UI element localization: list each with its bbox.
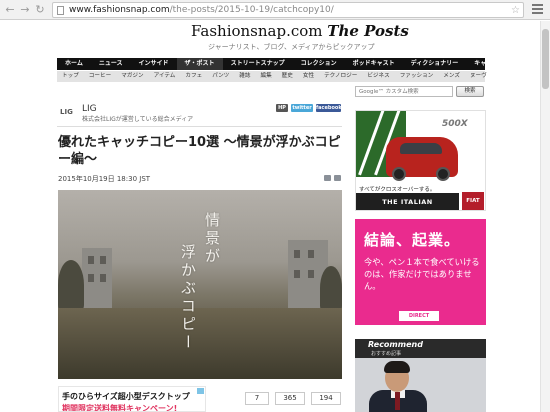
address-bar[interactable]: www.fashionsnap.com/the-posts/2015-10-19… bbox=[52, 2, 524, 18]
building-shape bbox=[82, 248, 112, 310]
subnav-item[interactable]: 女性 bbox=[298, 71, 319, 82]
ad-headline: 結論、起業。 bbox=[364, 231, 461, 249]
vertical-scrollbar[interactable] bbox=[540, 21, 550, 412]
star-icon[interactable]: ☆ bbox=[511, 4, 520, 17]
search-button[interactable]: 検索 bbox=[456, 86, 484, 97]
browser-toolbar: ← → ↻ www.fashionsnap.com/the-posts/2015… bbox=[0, 0, 550, 20]
share-count-box[interactable]: 365 bbox=[275, 392, 305, 405]
site-logo[interactable]: Fashionsnap.com The Posts bbox=[191, 22, 411, 40]
subnav-item[interactable]: ヌーヴ bbox=[465, 71, 492, 82]
ad-line-2: 期間限定送料無料キャンペーン! bbox=[62, 404, 178, 412]
url-text[interactable]: www.fashionsnap.com/the-posts/2015-10-19… bbox=[69, 4, 334, 17]
window-shape bbox=[294, 250, 300, 258]
ad-body: 今や、ペン１本で食べていけるのは、作家だけではありません。 bbox=[364, 257, 480, 291]
ad-tag: DIRECT bbox=[399, 311, 439, 321]
divider bbox=[57, 126, 342, 127]
car-window bbox=[400, 143, 442, 154]
gnav-item-home[interactable]: ホーム bbox=[57, 58, 91, 70]
window-shape bbox=[88, 256, 94, 264]
url-path: /the-posts/2015-10-19/catchcopy10/ bbox=[169, 5, 334, 15]
hero-image: 情景が 浮かぶコピー bbox=[58, 190, 342, 379]
recommend-header: Recommend おすすめ記事 bbox=[355, 339, 486, 358]
ad-line-1: 手のひらサイズ超小型デスクトップ bbox=[62, 392, 190, 401]
window-shape bbox=[308, 250, 314, 258]
recommend-photo[interactable] bbox=[355, 358, 486, 412]
person-hair bbox=[384, 361, 410, 373]
fiat-ad-banner[interactable]: 500X すべてがクロスオーバーする。 THE ITALIAN CROSSOVE… bbox=[355, 110, 486, 211]
gnav-item-dictionary[interactable]: ディクショナリー bbox=[403, 58, 467, 70]
subnav-item[interactable]: メンズ bbox=[438, 71, 465, 82]
subnav-item[interactable]: 歴史 bbox=[277, 71, 298, 82]
ad-slogan: THE ITALIAN CROSSOVER. bbox=[356, 193, 459, 210]
gnav-item-inside[interactable]: インサイド bbox=[131, 58, 177, 70]
ad-product-logo: 500X bbox=[442, 119, 468, 129]
twitter-share-button[interactable]: twitter bbox=[291, 104, 313, 112]
sub-nav: トップ コーヒー マガジン アイテム カフェ パンツ 雑誌 編集 歴史 女性 テ… bbox=[57, 71, 487, 82]
gnav-item-street-snap[interactable]: ストリートスナップ bbox=[223, 58, 293, 70]
scrollbar-thumb[interactable] bbox=[542, 29, 549, 89]
source-logo[interactable]: LIG bbox=[60, 108, 73, 116]
gnav-item-podcast[interactable]: ポッドキャスト bbox=[345, 58, 403, 70]
subnav-item[interactable]: 編集 bbox=[255, 71, 276, 82]
hamburger-menu-icon[interactable] bbox=[532, 4, 543, 15]
gnav-item-news[interactable]: ニュース bbox=[91, 58, 131, 70]
source-name[interactable]: LIG bbox=[82, 104, 97, 114]
subnav-item[interactable]: テクノロジー bbox=[319, 71, 362, 82]
logo-sub: The Posts bbox=[327, 22, 409, 40]
person-tie bbox=[395, 392, 400, 410]
recommend-title: Recommend bbox=[368, 340, 423, 349]
ad-caption: すべてがクロスオーバーする。 bbox=[359, 187, 436, 193]
window-shape bbox=[100, 256, 106, 264]
subnav-item[interactable]: トップ bbox=[57, 71, 84, 82]
bottom-ad-banner[interactable]: 手のひらサイズ超小型デスクトップ 期間限定送料無料キャンペーン! bbox=[58, 386, 206, 412]
forward-arrow-icon[interactable]: → bbox=[19, 4, 31, 16]
subnav-item[interactable]: パンツ bbox=[207, 71, 234, 82]
window-shape bbox=[100, 274, 106, 282]
recommend-subtitle: おすすめ記事 bbox=[371, 351, 402, 357]
subnav-item[interactable]: マガジン bbox=[116, 71, 148, 82]
grass-shape bbox=[58, 308, 342, 379]
reload-icon[interactable]: ↻ bbox=[34, 4, 46, 16]
comment-icon[interactable] bbox=[324, 175, 331, 181]
subnav-item[interactable]: ファッション bbox=[395, 71, 439, 82]
source-description: 株式会社LIGが運営している総合メディア bbox=[82, 116, 194, 123]
print-icon[interactable] bbox=[334, 175, 341, 181]
article-date: 2015年10月19日 18:30 JST bbox=[58, 175, 151, 183]
subnav-item[interactable]: カフェ bbox=[180, 71, 207, 82]
article-title: 優れたキャッチコピー10選 〜情景が浮かぶコピー編〜 bbox=[58, 135, 341, 167]
logo-main: Fashionsnap.com bbox=[191, 22, 323, 40]
hp-share-button[interactable]: HP bbox=[276, 104, 288, 112]
window-shape bbox=[88, 274, 94, 282]
share-count-box[interactable]: 194 bbox=[311, 392, 341, 405]
subnav-item[interactable]: コーヒー bbox=[84, 71, 116, 82]
search-input[interactable] bbox=[355, 86, 453, 97]
tree-shape bbox=[58, 260, 84, 310]
page-icon bbox=[57, 6, 64, 15]
facebook-share-button[interactable]: facebook bbox=[316, 104, 342, 112]
gnav-item-collection[interactable]: コレクション bbox=[293, 58, 345, 70]
pink-ad-banner[interactable]: 結論、起業。 今や、ペン１本で食べていけるのは、作家だけではありません。 DIR… bbox=[355, 219, 486, 325]
url-host: www.fashionsnap.com bbox=[69, 5, 170, 15]
adchoices-icon[interactable] bbox=[197, 388, 204, 394]
tree-shape bbox=[320, 266, 342, 310]
gnav-item-career[interactable]: キャリア bbox=[466, 58, 506, 70]
road-line bbox=[358, 111, 385, 176]
hero-text-right: 情景が bbox=[203, 212, 221, 266]
car-wheel bbox=[436, 167, 450, 181]
fiat-logo: FIAT bbox=[462, 192, 484, 210]
window-shape bbox=[308, 270, 314, 278]
window-shape bbox=[294, 270, 300, 278]
hero-text-left: 浮かぶコピー bbox=[179, 244, 197, 352]
global-nav: ホーム ニュース インサイド ザ・ポスト ストリートスナップ コレクション ポッ… bbox=[57, 58, 498, 70]
gnav-item-the-posts[interactable]: ザ・ポスト bbox=[176, 58, 223, 70]
back-arrow-icon[interactable]: ← bbox=[4, 4, 16, 16]
subnav-item[interactable]: ビジネス bbox=[362, 71, 394, 82]
subnav-item[interactable]: 雑誌 bbox=[234, 71, 255, 82]
car-wheel bbox=[392, 167, 406, 181]
site-tagline: ジャーナリスト、ブログ、メディアからピックアップ bbox=[208, 43, 375, 51]
share-count-box[interactable]: 7 bbox=[245, 392, 269, 405]
subnav-item[interactable]: アイテム bbox=[149, 71, 181, 82]
car-image bbox=[386, 137, 458, 181]
